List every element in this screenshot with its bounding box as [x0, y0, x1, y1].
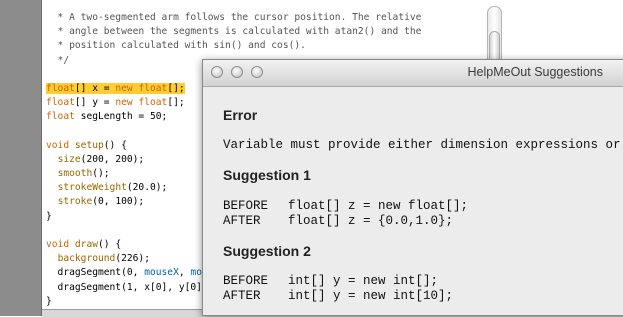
dialog-title: HelpMeOut Suggestions [467, 65, 604, 79]
editor-gutter [0, 0, 42, 316]
suggestion-1-heading: Suggestion 1 [223, 167, 311, 183]
suggestion-2-before-code: int[] y = new int[]; [288, 274, 439, 288]
code-token: * A two-segmented arm follows the cursor… [46, 12, 422, 23]
code-token: float [46, 97, 75, 109]
suggestion-1-after-code: float[] z = {0.0,1.0}; [288, 214, 454, 228]
helpmeout-dialog: HelpMeOut Suggestions Error Variable mus… [202, 59, 623, 316]
code-token: (20.0); [126, 182, 168, 194]
code-token: dragSegment(1, x[0], y[0]); [46, 281, 214, 293]
suggestion-1-after-label: AFTER [223, 214, 261, 228]
error-heading: Error [223, 107, 258, 123]
code-token: setup [74, 139, 104, 151]
code-token: float [138, 82, 168, 94]
code-token: [] y = [74, 97, 116, 109]
code-token: */ [46, 54, 70, 66]
code-token: (); [92, 168, 110, 180]
code-token: * angle between the segments is calculat… [46, 26, 422, 38]
code-token: } [46, 295, 52, 307]
dialog-content: Error Variable must provide either dimen… [223, 86, 623, 315]
code-token: mouseX [144, 267, 179, 279]
code-token: void [46, 139, 70, 151]
code-token: segLength = 50; [74, 111, 168, 123]
code-token: background [57, 253, 116, 265]
code-line[interactable]: * position calculated with sin() and cos… [46, 39, 421, 53]
code-token: void [46, 239, 70, 250]
suggestion-1-before-code: float[] z = new float[]; [288, 199, 469, 213]
code-token: new [115, 82, 133, 94]
code-token: new [115, 97, 133, 109]
suggestion-2-after-label: AFTER [223, 289, 261, 303]
code-token: float [46, 111, 75, 123]
code-token: strokeWeight [57, 182, 127, 194]
code-token: float [46, 82, 75, 94]
code-token: (226); [115, 253, 150, 265]
suggestion-2-heading: Suggestion 2 [223, 243, 311, 259]
code-token: , [178, 267, 191, 279]
code-token: []; [167, 97, 185, 109]
suggestion-1-before-label: BEFORE [223, 199, 269, 213]
suggestion-2-before-label: BEFORE [223, 274, 269, 288]
code-token: draw [74, 239, 98, 250]
suggestion-2-after-code: int[] y = new int[10]; [288, 289, 454, 303]
code-token: size [57, 153, 81, 165]
code-token: smooth [57, 168, 93, 180]
code-token: [] x = [74, 82, 116, 94]
code-token: []; [167, 82, 185, 94]
error-message: Variable must provide either dimension e… [223, 138, 621, 152]
code-token: (200, 200); [80, 153, 145, 165]
code-token: () { [98, 239, 122, 250]
code-line[interactable]: * A two-segmented arm follows the cursor… [46, 11, 422, 25]
code-token: stroke [57, 196, 93, 208]
code-token: dragSegment(0, [46, 267, 145, 279]
code-token: } [46, 210, 52, 222]
code-token: * position calculated with sin() and cos… [46, 40, 306, 52]
code-token: () { [103, 139, 127, 151]
code-line[interactable]: * angle between the segments is calculat… [46, 25, 422, 39]
code-token: (0, 100); [92, 196, 145, 208]
code-token: float [138, 97, 168, 109]
dialog-titlebar[interactable]: HelpMeOut Suggestions [203, 60, 623, 87]
